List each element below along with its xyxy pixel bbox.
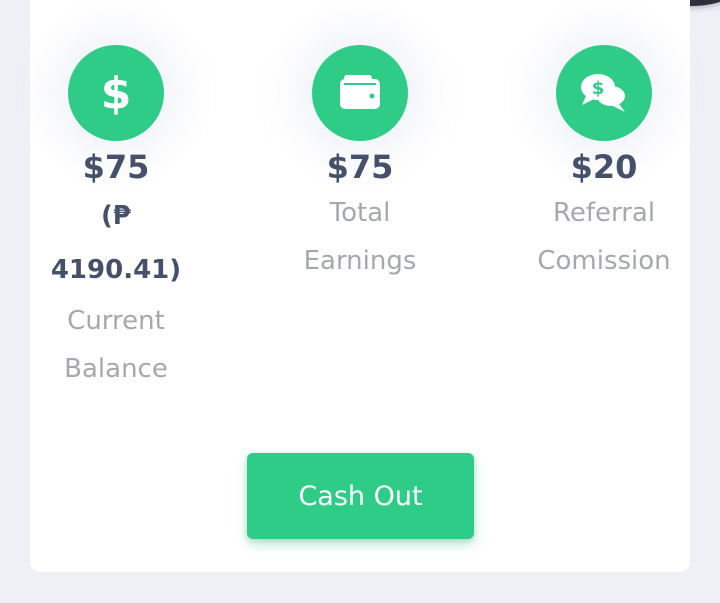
svg-text:$: $ bbox=[101, 68, 132, 118]
referral-commission-label-line1: Referral bbox=[552, 198, 656, 228]
current-balance-peso-open: (₱ bbox=[101, 201, 131, 231]
stat-current-balance: $ $75 (₱ 4190.41) Current Balance bbox=[16, 45, 216, 393]
current-balance-badge: $ bbox=[68, 45, 164, 141]
wallet-icon bbox=[340, 75, 380, 109]
current-balance-label-line1: Current bbox=[67, 306, 165, 336]
referral-commission-badge: $ bbox=[556, 45, 652, 141]
total-earnings-amount: $75 bbox=[326, 148, 394, 186]
cash-out-button[interactable]: Cash Out bbox=[247, 453, 474, 539]
current-balance-amount: $75 bbox=[82, 148, 150, 186]
current-balance-peso-value: 4190.41) bbox=[50, 255, 182, 285]
current-balance-label-line2: Balance bbox=[64, 354, 168, 384]
svg-text:$: $ bbox=[592, 78, 605, 99]
chat-dollar-icon: $ bbox=[581, 74, 627, 112]
stat-referral-commission: $ $20 Referral Comission bbox=[504, 45, 704, 285]
referral-commission-amount: $20 bbox=[570, 148, 638, 186]
stat-total-earnings: $75 Total Earnings bbox=[260, 45, 460, 285]
total-earnings-badge bbox=[312, 45, 408, 141]
cash-out-label: Cash Out bbox=[298, 480, 423, 512]
dollar-icon: $ bbox=[101, 68, 132, 118]
referral-commission-label-line2: Comission bbox=[537, 246, 671, 276]
total-earnings-label-line1: Total bbox=[329, 198, 391, 228]
total-earnings-label-line2: Earnings bbox=[303, 246, 417, 276]
